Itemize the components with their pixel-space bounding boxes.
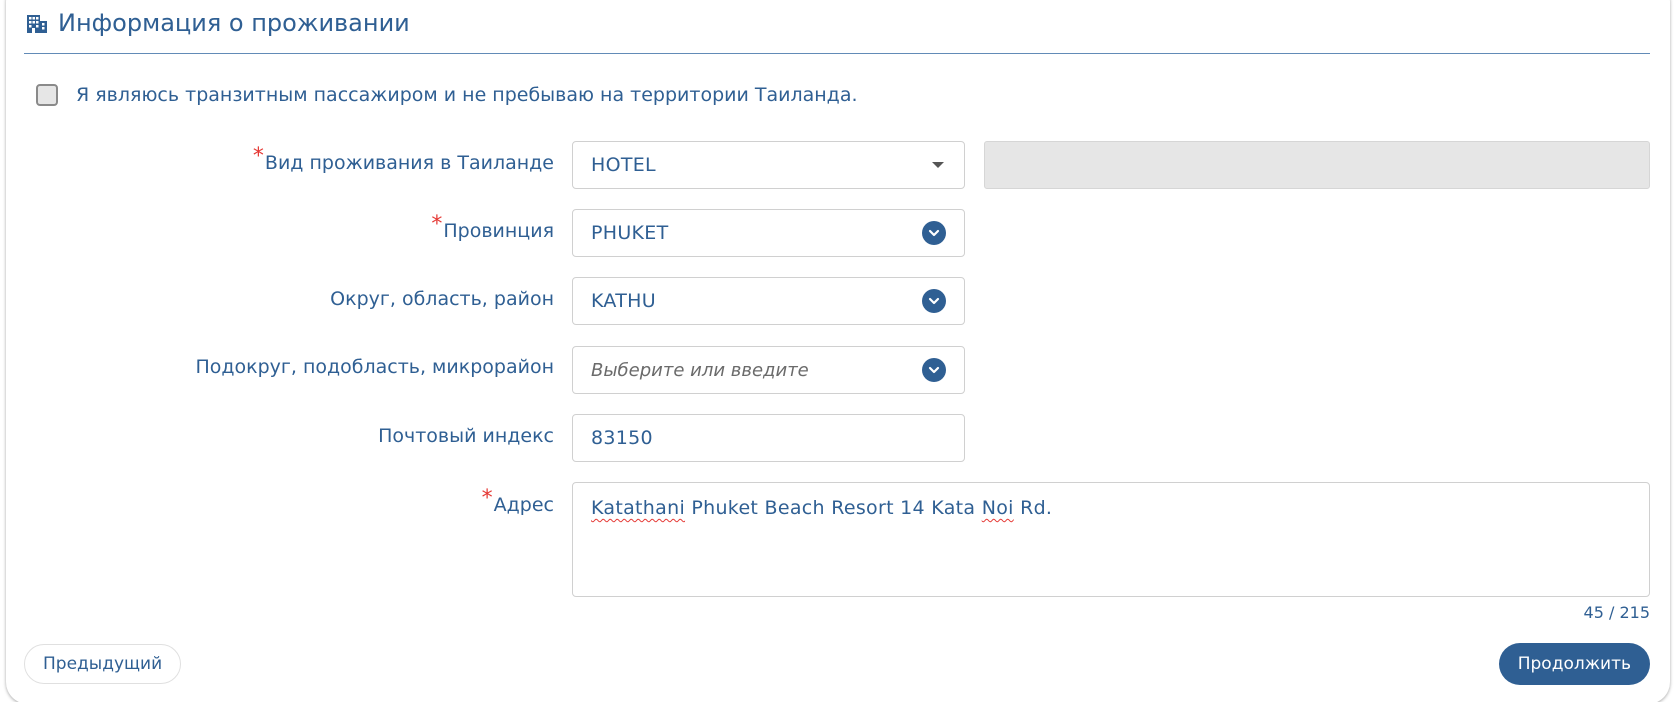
province-value: PHUKET [591,222,669,244]
postal-code-value: 83150 [591,427,653,449]
accommodation-name-input-disabled [984,141,1650,189]
postal-code-input[interactable]: 83150 [572,414,965,462]
accommodation-type-label: *Вид проживания в Таиланде [252,144,554,174]
building-icon [27,15,47,33]
section-title-text: Информация о проживании [58,9,410,37]
chevron-down-icon[interactable] [922,358,946,382]
address-label: *Адрес [481,486,554,516]
subdistrict-placeholder: Выберите или введите [591,359,809,381]
district-label: Округ, область, район [330,288,554,310]
province-select[interactable]: PHUKET [572,209,965,257]
required-mark: * [252,144,264,169]
title-divider [24,53,1650,54]
accommodation-type-value: HOTEL [591,154,656,176]
chevron-down-icon[interactable] [922,221,946,245]
address-char-counter: 45 / 215 [1583,603,1650,622]
transit-checkbox[interactable] [36,84,58,106]
address-textarea[interactable]: Katathani Phuket Beach Resort 14 Kata No… [572,482,1650,597]
subdistrict-select[interactable]: Выберите или введите [572,346,965,394]
chevron-down-icon[interactable] [922,289,946,313]
accommodation-type-select[interactable]: HOTEL [572,141,965,189]
spellcheck-word: Noi [981,497,1014,519]
caret-down-icon [932,162,944,168]
province-label: *Провинция [431,212,554,242]
subdistrict-label: Подокруг, подобласть, микрорайон [195,356,554,378]
required-mark: * [431,212,443,237]
spellcheck-word: Katathani [591,497,686,519]
continue-button[interactable]: Продолжить [1498,643,1650,685]
postal-code-label: Почтовый индекс [378,425,554,447]
district-select[interactable]: KATHU [572,277,965,325]
transit-row: Я являюсь транзитным пассажиром и не пре… [36,84,858,106]
transit-label[interactable]: Я являюсь транзитным пассажиром и не пре… [76,84,858,106]
district-value: KATHU [591,290,656,312]
section-title: Информация о проживании [26,6,410,40]
required-mark: * [481,486,493,511]
previous-button[interactable]: Предыдущий [24,644,182,684]
